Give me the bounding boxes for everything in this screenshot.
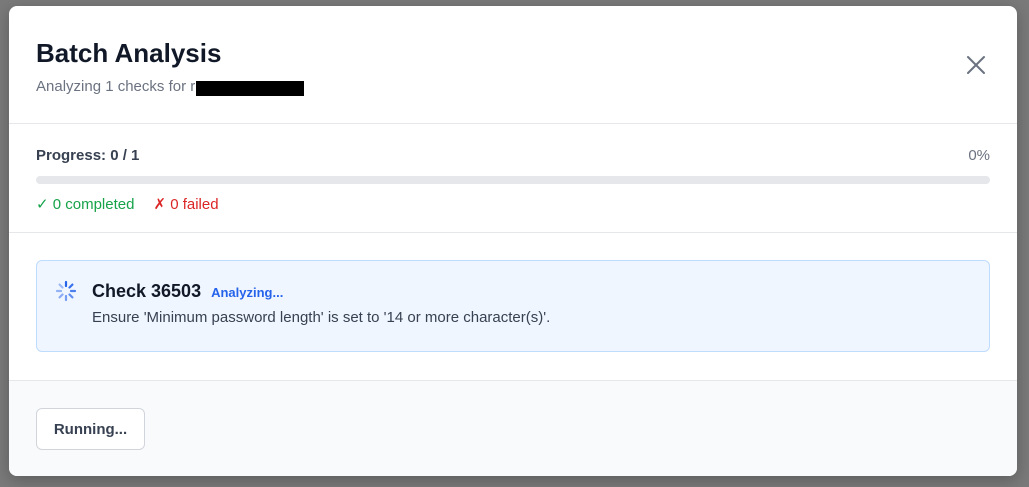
check-status: Analyzing... [211,285,284,300]
check-header: Check 36503 Analyzing... [92,279,550,303]
modal-title: Batch Analysis [36,38,222,68]
progress-bar [36,176,990,184]
failed-count: ✗ 0 failed [153,196,219,213]
progress-percent: 0% [968,147,990,164]
running-button[interactable]: Running... [36,408,145,450]
check-title: Check 36503 [92,281,202,301]
batch-analysis-modal: Batch Analysis Analyzing 1 checks for r … [9,6,1017,476]
check-item: Check 36503 Analyzing... Ensure 'Minimum… [36,260,990,352]
check-description: Ensure 'Minimum password length' is set … [92,309,551,326]
check-list: Check 36503 Analyzing... Ensure 'Minimum… [9,233,1017,380]
subtitle-row: Analyzing 1 checks for r [36,77,990,97]
progress-header: Progress: 0 / 1 0% [36,146,990,166]
close-button[interactable] [965,54,987,76]
close-icon [967,56,985,74]
progress-counts: ✓ 0 completed ✗ 0 failed [36,195,990,215]
modal-subtitle: Analyzing 1 checks for r [36,78,196,95]
check-body: Check 36503 Analyzing... Ensure 'Minimum… [92,279,550,351]
progress-label: Progress: 0 / 1 [36,147,140,164]
redacted-block [196,80,305,96]
modal-header: Batch Analysis Analyzing 1 checks for r [9,6,1017,124]
completed-count: ✓ 0 completed [36,196,135,213]
modal-footer: Running... [9,380,1017,476]
progress-section: Progress: 0 / 1 0% ✓ 0 completed ✗ 0 fai… [9,124,1017,233]
spinner-icon [55,280,77,302]
